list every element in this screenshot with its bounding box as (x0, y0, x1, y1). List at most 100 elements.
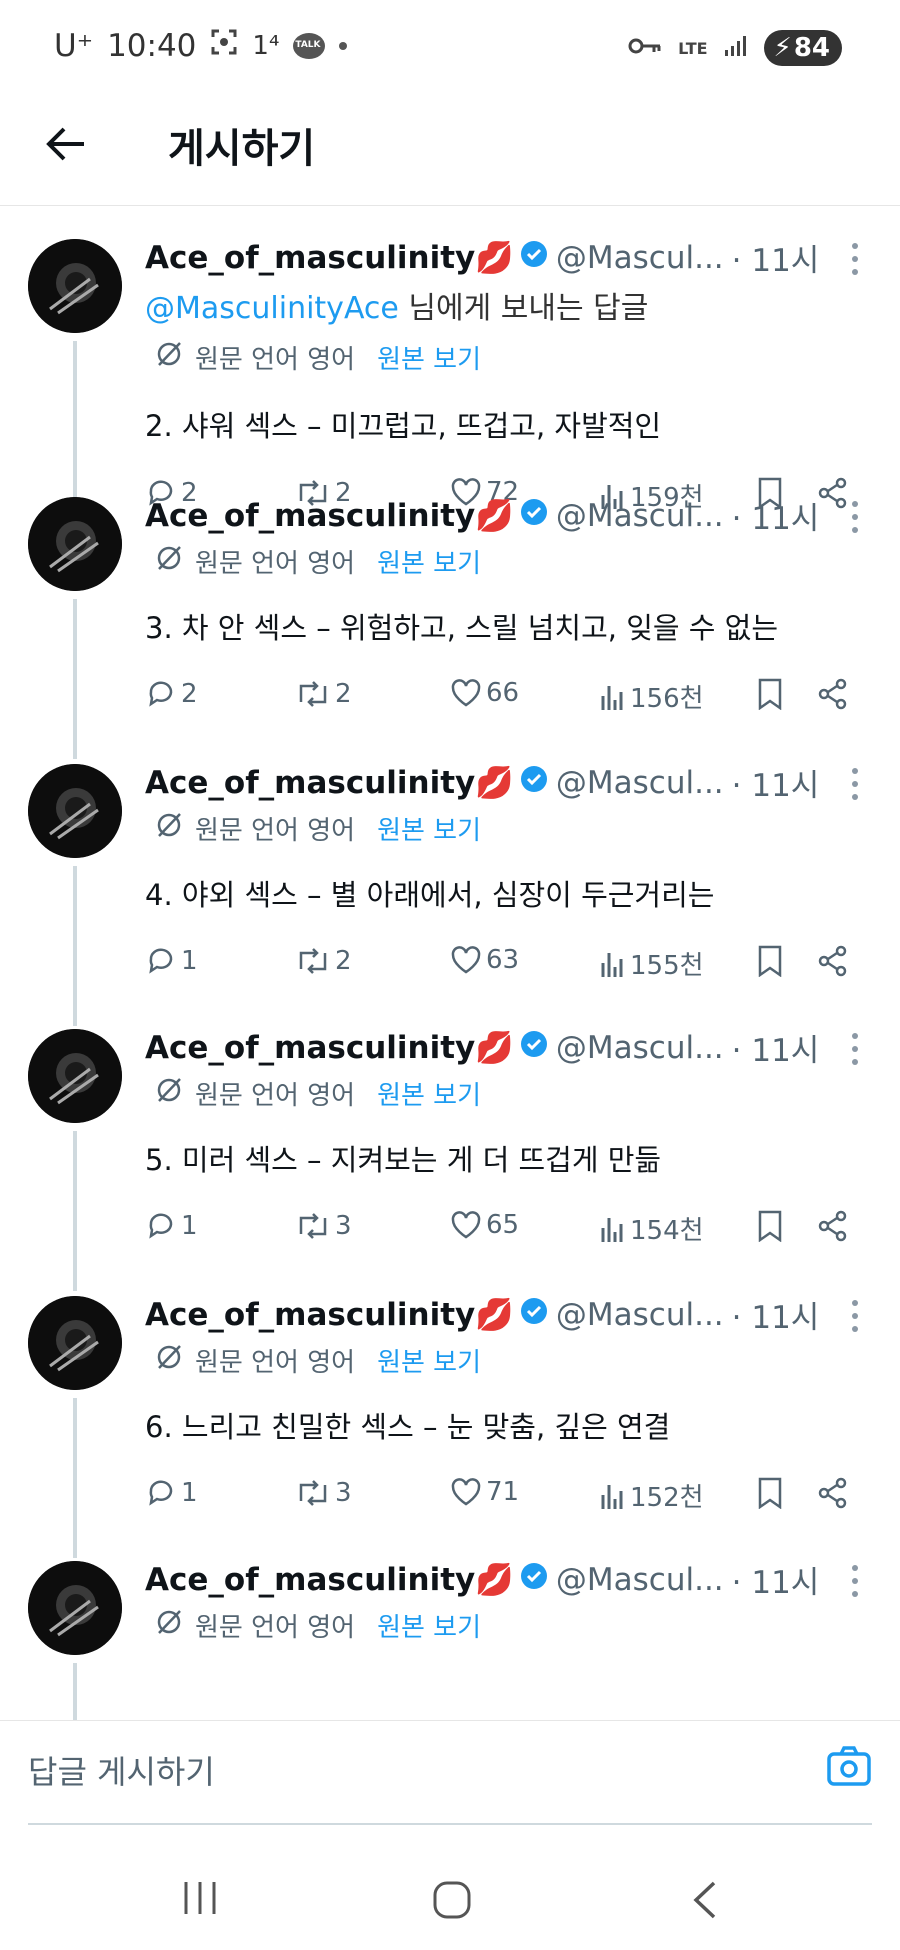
back-button[interactable] (44, 122, 88, 166)
tweet-time[interactable]: · 11시 (732, 493, 820, 538)
reply-button[interactable]: 2 (145, 678, 198, 710)
like-button[interactable]: 63 (450, 945, 519, 975)
bookmark-icon (758, 1210, 782, 1242)
system-nav-bar (0, 1840, 900, 1950)
tweet[interactable]: Ace_of_masculinity 💋 @Mascul... · 11시 원문… (0, 1005, 900, 1291)
avatar[interactable] (28, 1296, 122, 1390)
more-options-icon[interactable] (852, 243, 860, 282)
reply-icon (149, 948, 173, 974)
dot-icon (339, 42, 348, 50)
like-button[interactable]: 66 (450, 678, 519, 708)
author-handle[interactable]: @Mascul... (556, 765, 724, 801)
share-button[interactable] (817, 945, 849, 977)
tweet-time[interactable]: · 11시 (732, 1292, 820, 1337)
thread-feed[interactable]: Ace_of_masculinity 💋 @Mascul... · 11시 @M… (0, 215, 900, 1720)
avatar[interactable] (28, 239, 122, 333)
retweet-button[interactable]: 2 (295, 678, 352, 710)
author-handle[interactable]: @Mascul... (556, 240, 724, 276)
share-button[interactable] (817, 678, 849, 710)
key-icon (628, 36, 662, 61)
views-icon (601, 1484, 623, 1509)
retweet-button[interactable]: 3 (295, 1477, 352, 1509)
reply-mention-link[interactable]: @MasculinityAce (145, 291, 399, 326)
more-options-icon[interactable] (852, 1300, 860, 1339)
author-handle[interactable]: @Mascul... (556, 498, 724, 534)
show-original-link[interactable]: 원본 보기 (377, 543, 481, 580)
views-button[interactable]: 152천 (600, 1477, 704, 1514)
bookmark-button[interactable] (757, 1210, 783, 1242)
tweet-time[interactable]: · 11시 (732, 1025, 820, 1070)
show-original-link[interactable]: 원본 보기 (377, 339, 481, 376)
show-original-link[interactable]: 원본 보기 (377, 1075, 481, 1112)
retweet-button[interactable]: 2 (295, 945, 352, 977)
tweet-time[interactable]: · 11시 (732, 235, 820, 280)
show-original-link[interactable]: 원본 보기 (377, 1607, 481, 1644)
bookmark-button[interactable] (757, 1477, 783, 1509)
reply-composer: 답글 게시하기 (0, 1720, 900, 1825)
tweet-time[interactable]: · 11시 (732, 760, 820, 805)
share-button[interactable] (817, 1210, 849, 1242)
author-name[interactable]: Ace_of_masculinity (145, 498, 475, 534)
avatar[interactable] (28, 1561, 122, 1655)
bookmark-icon (758, 945, 782, 977)
avatar[interactable] (28, 1029, 122, 1123)
reply-button[interactable]: 1 (145, 1477, 198, 1509)
translate-icon (155, 1343, 183, 1378)
retweet-button[interactable]: 3 (295, 1210, 352, 1242)
avatar[interactable] (28, 497, 122, 591)
views-button[interactable]: 156천 (600, 678, 704, 715)
views-button[interactable]: 154천 (600, 1210, 704, 1247)
tweet[interactable]: Ace_of_masculinity 💋 @Mascul... · 11시 원문… (0, 1272, 900, 1558)
kiss-emoji: 💋 (475, 1030, 514, 1066)
avatar[interactable] (28, 764, 122, 858)
author-name[interactable]: Ace_of_masculinity (145, 765, 475, 801)
author-name[interactable]: Ace_of_masculinity (145, 240, 475, 276)
translate-icon (155, 811, 183, 846)
tweet-text: 6. 느리고 친밀한 섹스 – 눈 맞춤, 깊은 연결 (145, 1410, 671, 1444)
author-name[interactable]: Ace_of_masculinity (145, 1030, 475, 1066)
show-original-link[interactable]: 원본 보기 (377, 1342, 481, 1379)
verified-icon (520, 1297, 548, 1333)
tweet-time[interactable]: · 11시 (732, 1557, 820, 1602)
back-nav-button[interactable] (690, 1880, 720, 1924)
tweet-header: Ace_of_masculinity 💋 @Mascul... · 11시 (145, 1025, 819, 1070)
reply-icon (149, 1480, 173, 1506)
recent-apps-button[interactable] (180, 1880, 220, 1920)
bookmark-button[interactable] (757, 678, 783, 710)
retweet-icon (299, 948, 327, 974)
tweet-header: Ace_of_masculinity 💋 @Mascul... · 11시 (145, 493, 819, 538)
more-options-icon[interactable] (852, 1565, 860, 1604)
back-nav-icon (693, 1881, 716, 1919)
tweet[interactable]: Ace_of_masculinity 💋 @Mascul... · 11시 원문… (0, 1537, 900, 1720)
more-options-icon[interactable] (852, 501, 860, 540)
translation-notice: 원문 언어 영어 원본 보기 (155, 1607, 481, 1644)
share-icon (818, 1210, 847, 1242)
share-icon (818, 678, 847, 710)
tweet-header: Ace_of_masculinity 💋 @Mascul... · 11시 (145, 1557, 819, 1602)
reply-button[interactable]: 1 (145, 945, 198, 977)
thread-line (73, 866, 77, 1026)
like-button[interactable]: 65 (450, 1210, 519, 1240)
home-button[interactable] (432, 1880, 472, 1924)
reply-input[interactable]: 답글 게시하기 (28, 1747, 215, 1793)
like-button[interactable]: 71 (450, 1477, 519, 1507)
tweet[interactable]: Ace_of_masculinity 💋 @Mascul... · 11시 원문… (0, 473, 900, 759)
tweet-actions: 1 2 63 155천 (145, 945, 865, 985)
views-button[interactable]: 155천 (600, 945, 704, 982)
reply-button[interactable]: 1 (145, 1210, 198, 1242)
share-button[interactable] (817, 1477, 849, 1509)
tweet[interactable]: Ace_of_masculinity 💋 @Mascul... · 11시 원문… (0, 740, 900, 1026)
more-options-icon[interactable] (852, 1033, 860, 1072)
camera-button[interactable] (826, 1745, 872, 1791)
tweet-text: 3. 차 안 섹스 – 위험하고, 스릴 넘치고, 잊을 수 없는 (145, 611, 779, 645)
author-handle[interactable]: @Mascul... (556, 1297, 724, 1333)
bookmark-button[interactable] (757, 945, 783, 977)
author-name[interactable]: Ace_of_masculinity (145, 1297, 475, 1333)
reply-icon (149, 1213, 173, 1239)
author-handle[interactable]: @Mascul... (556, 1030, 724, 1066)
author-handle[interactable]: @Mascul... (556, 1562, 724, 1598)
author-name[interactable]: Ace_of_masculinity (145, 1562, 475, 1598)
more-options-icon[interactable] (852, 768, 860, 807)
translation-notice: 원문 언어 영어 원본 보기 (155, 1342, 481, 1379)
show-original-link[interactable]: 원본 보기 (377, 810, 481, 847)
